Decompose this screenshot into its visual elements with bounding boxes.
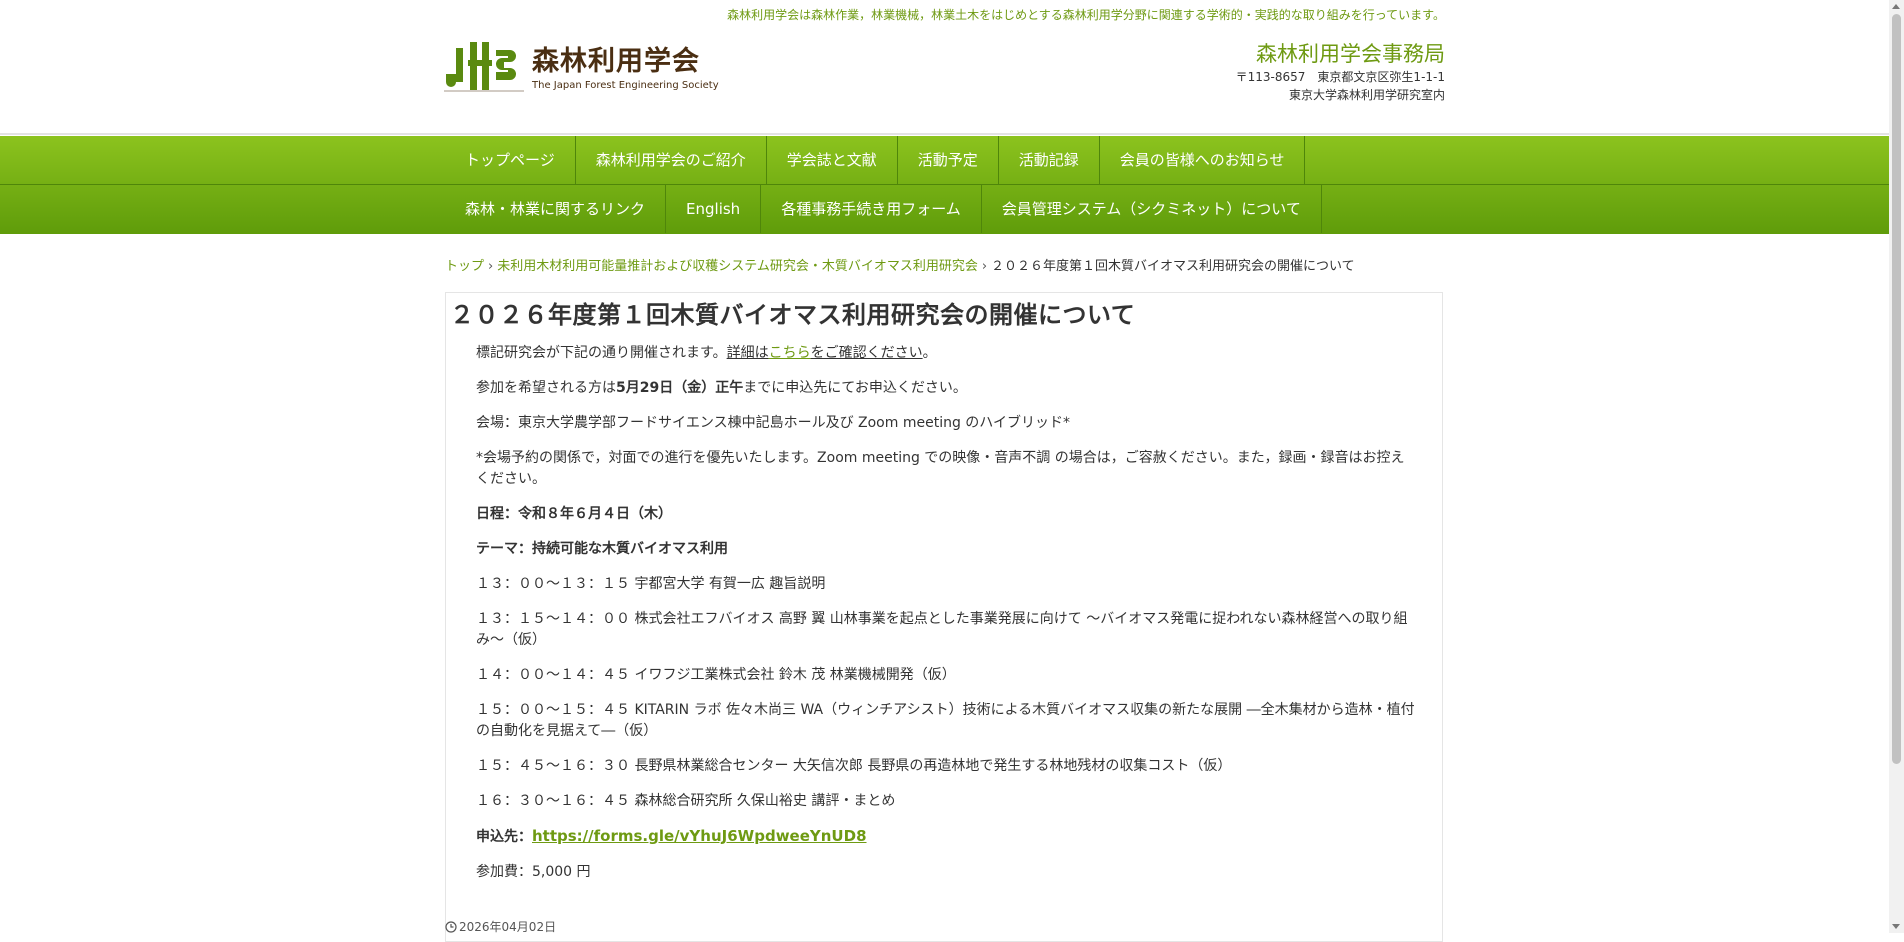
nav-links[interactable]: 森林・林業に関するリンク [445,185,667,233]
details-link[interactable]: こちら [769,345,811,361]
office-info: 森林利用学会事務局 〒113-8657 東京都文京区弥生1-1-1 東京大学森林… [1236,40,1445,104]
apply-notice-text: までに申込先にてお申込ください。 [743,380,967,396]
nav-english[interactable]: English [666,185,762,233]
program-item: １３：００〜１３：１５ 宇都宮大学 有賀一広 趣旨説明 [476,576,826,592]
venue: 会場：東京大学農学部フードサイエンス棟中記島ホール及び Zoom meeting… [476,415,1071,431]
header-divider [0,133,1889,135]
nav-top-page[interactable]: トップページ [445,136,576,184]
breadcrumb-category[interactable]: 未利用木材利用可能量推計および収穫システム研究会・木質バイオマス利用研究会 [497,259,978,274]
logo-title: 森林利用学会 [532,45,700,77]
nav-journal[interactable]: 学会誌と文献 [767,136,898,184]
scrollbar-thumb[interactable] [1892,14,1901,764]
intro-underline-text: 詳細は [726,345,769,361]
program-item: １３：１５〜１４：００ 株式会社エフバイオス 高野 翼 山林事業を起点とした事業… [476,611,1408,648]
nav-member-system[interactable]: 会員管理システム（シクミネット）について [982,185,1322,233]
intro-text: 標記研究会が下記の通り開催されます。 [476,345,727,361]
breadcrumb-separator: › [488,259,494,274]
office-address-line2: 東京大学森林利用学研究室内 [1288,88,1445,102]
intro-text: 。 [922,345,937,361]
nav-schedule[interactable]: 活動予定 [898,136,999,184]
program-item: １４：００〜１４：４５ イワフジ工業株式会社 鈴木 茂 林業機械開発（仮） [476,667,956,683]
venue-note: *会場予約の関係で，対面での進行を優先いたします。Zoom meeting での… [476,450,1405,487]
nav-member-news[interactable]: 会員の皆様へのお知らせ [1100,136,1306,184]
clock-icon [445,920,457,933]
logo-mark-icon [444,42,524,92]
article-title: ２０２６年度第１回木質バイオマス利用研究会の開催について [450,301,1136,329]
office-address-line1: 〒113-8657 東京都文京区弥生1-1-1 [1235,70,1445,84]
post-date-text: 2026年04月02日 [459,920,557,934]
breadcrumb-home[interactable]: トップ [445,259,484,274]
breadcrumb-current: ２０２６年度第１回木質バイオマス利用研究会の開催について [991,259,1355,274]
schedule-date-text: 日程：令和８年６月４日（木） [476,506,672,522]
site-tagline: 森林利用学会は森林作業，林業機械，林業土木をはじめとする森林利用学分野に関連する… [727,8,1445,22]
breadcrumb-separator: › [981,259,988,274]
application-destination: 申込先：https://forms.gle/vYhuJ6WpdweeYnUD8 [476,826,1418,848]
article-body: 標記研究会が下記の通り開催されます。詳細はこちらをご確認ください。 参加を希望さ… [476,343,1418,897]
intro-paragraph: 標記研究会が下記の通り開催されます。詳細はこちらをご確認ください。 [476,343,1418,364]
apply-notice-text: 参加を希望される方は [476,380,616,396]
main-nav: トップページ 森林利用学会のご紹介 学会誌と文献 活動予定 活動記録 会員の皆様… [0,136,1889,234]
office-name: 森林利用学会事務局 [1256,42,1445,66]
application-url-link[interactable]: https://forms.gle/vYhuJ6WpdweeYnUD8 [532,827,867,845]
page-scrollbar[interactable] [1889,0,1904,933]
post-date: 2026年04月02日 [445,918,556,935]
apply-notice: 参加を希望される方は5月29日（金）正午までに申込先にてお申込ください。 [476,378,1418,399]
program-item: １５：４５〜１６：３０ 長野県林業総合センター 大矢信次郎 長野県の再造林地で発… [476,758,1232,774]
program-item: １６：３０〜１６：４５ 森林総合研究所 久保山裕史 講評・まとめ [476,793,896,809]
article: ２０２６年度第１回木質バイオマス利用研究会の開催について 標記研究会が下記の通り… [445,292,1443,942]
theme: テーマ：持続可能な木質バイオマス利用 [476,539,1418,560]
intro-underline-text: をご確認ください [810,345,923,361]
theme-text: テーマ：持続可能な木質バイオマス利用 [476,541,728,557]
breadcrumb: トップ › 未利用木材利用可能量推計および収穫システム研究会・木質バイオマス利用研究… [445,255,1355,274]
logo-subtitle: The Japan Forest Engineering Society [532,79,719,91]
scroll-down-icon[interactable] [1892,924,1900,929]
site-logo[interactable]: 森林利用学会 The Japan Forest Engineering Soci… [444,40,719,96]
nav-about[interactable]: 森林利用学会のご紹介 [576,136,767,184]
apply-label: 申込先： [476,829,532,845]
fee: 参加費：5,000 円 [476,864,591,880]
nav-records[interactable]: 活動記録 [999,136,1100,184]
scroll-up-icon[interactable] [1892,4,1900,9]
apply-deadline: 5月29日（金）正午 [616,380,744,396]
nav-forms[interactable]: 各種事務手続き用フォーム [761,185,982,233]
schedule-date: 日程：令和８年６月４日（木） [476,504,1418,525]
program-item: １５：００〜１５：４５ KITARIN ラボ 佐々木尚三 WA（ウィンチアシスト… [476,702,1415,739]
